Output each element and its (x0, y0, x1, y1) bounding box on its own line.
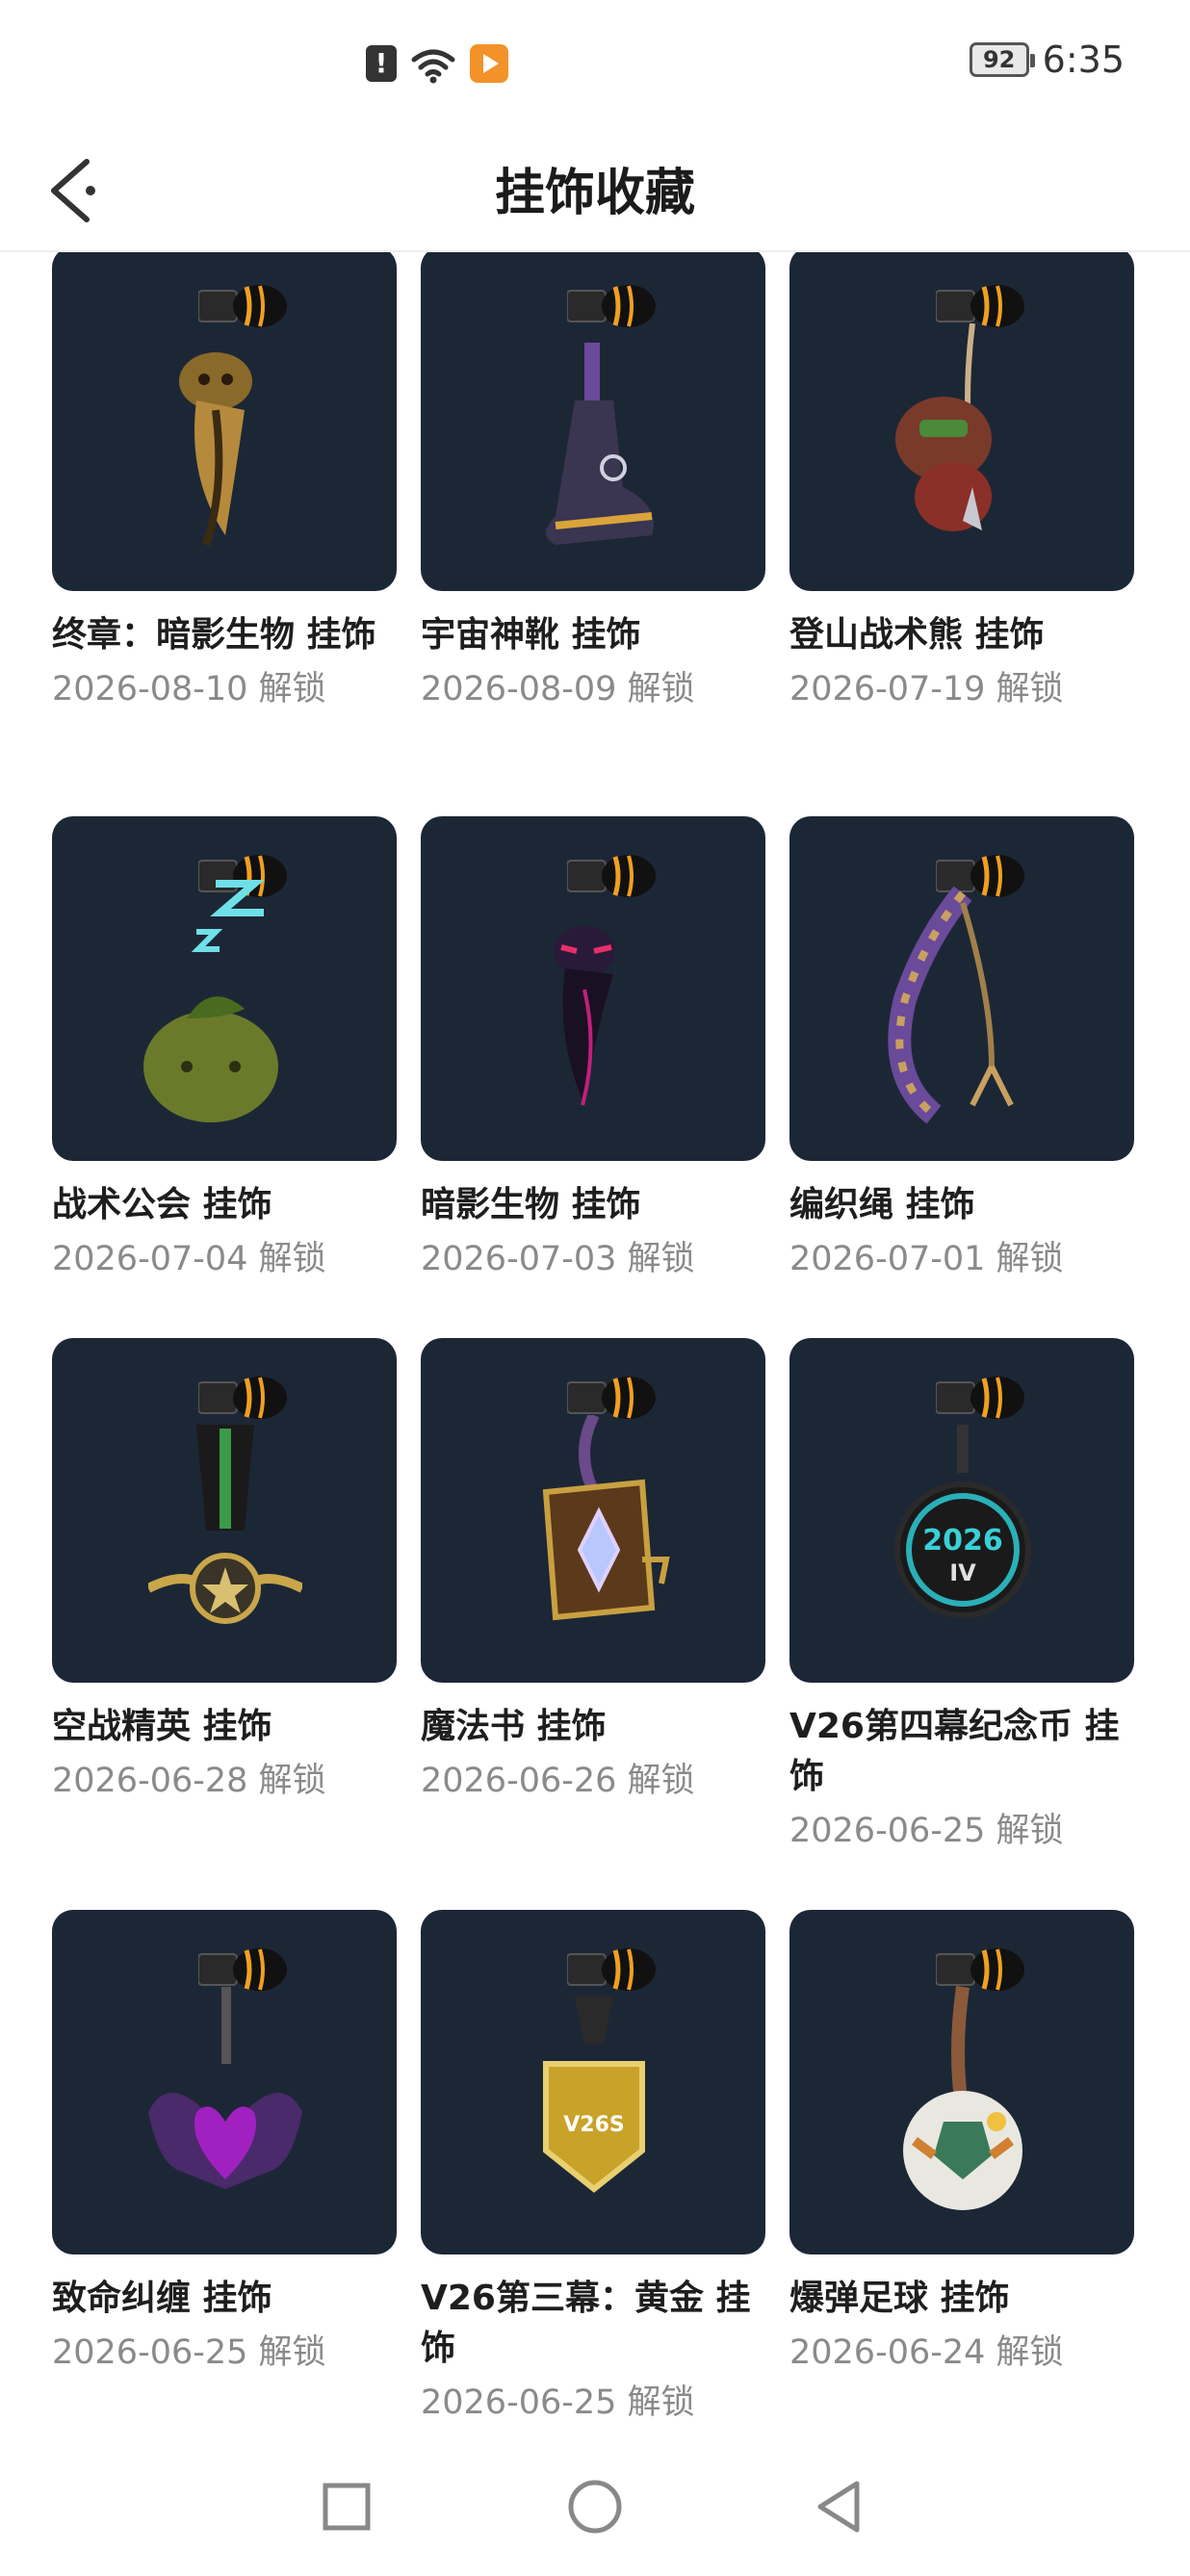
unlock-date: 2026-07-03 解锁 (421, 1240, 695, 1278)
charm-thumbnail[interactable] (789, 252, 1134, 591)
charm-card[interactable]: 暗影生物 挂饰 2026-07-03 解锁 (421, 816, 765, 1284)
page-title: 挂饰收藏 (494, 165, 695, 222)
charm-card[interactable]: 2026 IV V26第四幕纪念币 挂饰 2026-06-25 解锁 (789, 1338, 1134, 1856)
charm-thumbnail[interactable]: 2026 IV (789, 1338, 1134, 1683)
battery-level: 92 (982, 46, 1016, 73)
unlock-date: 2026-07-04 解锁 (52, 1240, 326, 1278)
key-clip-icon (198, 1377, 287, 1419)
shadow-creature-charm (554, 926, 615, 1106)
charm-name: 空战精英 挂饰 (52, 1707, 272, 1746)
charm-card[interactable]: 战术公会 挂饰 2026-07-04 解锁 (52, 816, 397, 1284)
home-icon[interactable] (560, 2472, 630, 2541)
charm-thumbnail[interactable] (789, 816, 1134, 1161)
charm-grid[interactable]: 终章：暗影生物 挂饰 2026-08-10 解锁 宇宙神靴 挂饰 2026-08… (0, 252, 1190, 2439)
alert-icon: ! (366, 45, 397, 82)
charm-name: 暗影生物 挂饰 (421, 1185, 641, 1224)
recent-apps-icon[interactable] (312, 2472, 381, 2541)
charm-card[interactable]: V26S V26第三幕：黄金 挂饰 2026-06-25 解锁 (421, 1910, 765, 2428)
charm-card[interactable]: 编织绳 挂饰 2026-07-01 解锁 (789, 816, 1134, 1284)
charm-card[interactable]: 终章：暗影生物 挂饰 2026-08-10 解锁 (52, 252, 397, 714)
unlock-date: 2026-06-26 解锁 (421, 1762, 695, 1800)
coin-act: IV (949, 1559, 976, 1586)
key-clip-icon (198, 285, 287, 327)
unlock-date: 2026-06-25 解锁 (421, 2383, 695, 2422)
charm-name: 致命纠缠 挂饰 (52, 2279, 272, 2318)
charm-name: V26第三幕：黄金 挂饰 (421, 2279, 751, 2368)
charm-name: 编织绳 挂饰 (789, 1185, 975, 1224)
app-header: 挂饰收藏 (0, 125, 1190, 252)
charm-name: 爆弹足球 挂饰 (789, 2279, 1010, 2318)
key-clip-icon (567, 1948, 656, 1991)
charm-name: 登山战术熊 挂饰 (789, 615, 1045, 655)
unlock-date: 2026-07-19 解锁 (789, 670, 1064, 708)
key-clip-icon (567, 285, 656, 327)
charm-thumbnail[interactable] (421, 1338, 765, 1683)
unlock-date: 2026-06-28 解锁 (52, 1762, 326, 1800)
charm-thumbnail[interactable] (421, 816, 765, 1161)
charm-card[interactable]: 宇宙神靴 挂饰 2026-08-09 解锁 (421, 252, 765, 714)
charm-thumbnail[interactable] (421, 252, 765, 591)
unlock-date: 2026-06-25 解锁 (789, 1812, 1064, 1850)
key-clip-icon (198, 1948, 287, 1991)
system-nav-bar (0, 2439, 1190, 2576)
gold-badge-text: V26S (563, 2113, 625, 2137)
tactical-guild-charm (143, 880, 278, 1122)
charm-thumbnail[interactable] (52, 1910, 397, 2254)
charm-name: 宇宙神靴 挂饰 (421, 615, 641, 655)
charm-name: V26第四幕纪念币 挂饰 (789, 1707, 1120, 1796)
wifi-icon (411, 49, 455, 84)
unlock-date: 2026-08-10 解锁 (52, 670, 326, 708)
cosmic-boot-charm (546, 343, 654, 545)
charm-card[interactable]: 爆弹足球 挂饰 2026-06-24 解锁 (789, 1910, 1134, 2378)
deadly-entanglement-charm (148, 1987, 302, 2189)
status-bar: ! 92 6:35 (0, 0, 1190, 125)
charm-thumbnail[interactable] (52, 816, 397, 1161)
coin-year: 2026 (922, 1524, 1003, 1558)
unlock-date: 2026-08-09 解锁 (421, 670, 695, 708)
battery-icon: 92 (969, 42, 1035, 77)
status-time: 6:35 (1042, 39, 1125, 81)
charm-card[interactable]: 魔法书 挂饰 2026-06-26 解锁 (421, 1338, 765, 1806)
air-elite-medal-charm (148, 1425, 302, 1624)
charm-name: 战术公会 挂饰 (52, 1185, 272, 1224)
key-clip-icon (936, 285, 1024, 327)
unlock-date: 2026-06-24 解锁 (789, 2333, 1064, 2372)
charm-card[interactable]: 登山战术熊 挂饰 2026-07-19 解锁 (789, 252, 1134, 714)
unlock-date: 2026-07-01 解锁 (789, 1240, 1064, 1278)
key-clip-icon (567, 855, 656, 897)
key-clip-icon (567, 1377, 656, 1419)
charm-thumbnail[interactable] (52, 252, 397, 591)
unlock-date: 2026-06-25 解锁 (52, 2333, 326, 2372)
charm-thumbnail[interactable]: V26S (421, 1910, 765, 2254)
magic-book-charm (542, 1415, 670, 1621)
commemorative-coin-charm: 2026 IV (894, 1425, 1031, 1618)
charm-thumbnail[interactable] (52, 1338, 397, 1683)
shadow-creature-gold-charm (179, 352, 252, 547)
status-icons: ! (366, 42, 508, 85)
charm-card[interactable]: 致命纠缠 挂饰 2026-06-25 解锁 (52, 1910, 397, 2378)
climbing-bear-charm (895, 323, 992, 531)
charm-name: 魔法书 挂饰 (421, 1707, 607, 1746)
bomb-football-charm (903, 1986, 1022, 2210)
v26-act3-gold-charm: V26S (543, 1996, 645, 2193)
charm-name: 终章：暗影生物 挂饰 (52, 615, 376, 655)
key-clip-icon (936, 1377, 1024, 1419)
back-icon[interactable] (805, 2472, 874, 2541)
video-app-icon (470, 44, 508, 83)
braided-rope-charm (888, 886, 1014, 1124)
charm-card[interactable]: 空战精英 挂饰 2026-06-28 解锁 (52, 1338, 397, 1806)
charm-thumbnail[interactable] (789, 1910, 1134, 2254)
